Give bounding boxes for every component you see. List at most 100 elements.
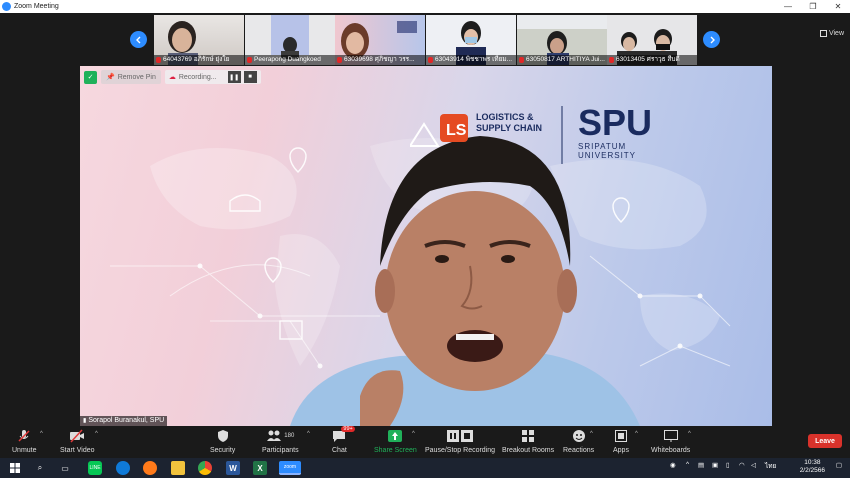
- smiley-icon: [572, 429, 586, 443]
- unmute-button[interactable]: Unmute: [12, 429, 37, 454]
- video-options-caret[interactable]: ^: [95, 431, 98, 437]
- whiteboard-icon: [663, 429, 678, 443]
- participant-tile[interactable]: 63013405 ศราวุธ สืบดี: [607, 15, 697, 65]
- remove-pin-button[interactable]: 📌 Remove Pin: [101, 70, 161, 84]
- breakout-rooms-icon: [522, 429, 535, 443]
- gallery-prev-button[interactable]: [130, 31, 147, 48]
- shield-icon: [217, 429, 229, 443]
- pause-recording-button[interactable]: ❚❚: [227, 71, 241, 83]
- participant-name: 63050817 ARTHITIYA Jui...: [517, 55, 607, 65]
- chat-badge: 99+: [341, 426, 355, 432]
- leave-button[interactable]: Leave: [808, 434, 842, 448]
- brand-right-line2: UNIVERSITY: [578, 151, 637, 160]
- tray-app-icon[interactable]: ▣: [712, 461, 718, 469]
- notifications-icon[interactable]: ▢: [836, 461, 842, 469]
- window-title: Zoom Meeting: [14, 3, 59, 10]
- view-label: View: [828, 30, 844, 37]
- reactions-options-caret[interactable]: ^: [590, 431, 593, 437]
- recording-indicator: ☁ Recording... ❚❚ ■: [164, 70, 261, 84]
- participants-icon: 180: [266, 429, 294, 443]
- stop-recording-button[interactable]: ■: [243, 71, 257, 83]
- svg-text:LS: LS: [446, 122, 467, 139]
- gallery-next-button[interactable]: [703, 31, 720, 48]
- mic-muted-icon: [428, 57, 433, 63]
- wifi-icon[interactable]: ◠: [739, 461, 745, 469]
- firefox-icon[interactable]: [143, 461, 157, 475]
- windows-start-icon[interactable]: [8, 461, 22, 475]
- system-clock[interactable]: 10:38 2/2/2566: [800, 459, 825, 475]
- close-button[interactable]: ✕: [826, 0, 850, 13]
- participants-button[interactable]: 180 Participants: [262, 429, 299, 454]
- participants-options-caret[interactable]: ^: [307, 431, 310, 437]
- line-app-icon[interactable]: LINE: [88, 461, 102, 475]
- participant-tile[interactable]: 63039698 ศุภิชญา วรร...: [335, 15, 425, 65]
- chat-button[interactable]: 99+ Chat: [332, 426, 355, 454]
- battery-icon[interactable]: ▯: [726, 461, 730, 469]
- speaker-name-badge: ▮ Sorapol Buranakul, SPU: [80, 416, 168, 426]
- network-icon[interactable]: ▤: [698, 461, 704, 469]
- mic-muted-icon: [17, 429, 31, 443]
- pin-icon: 📌: [106, 74, 115, 81]
- apps-icon: [614, 429, 627, 443]
- gallery-strip: 64043769 อภิรักษ์ ยุ่งใย Peerapong Duang…: [0, 13, 850, 65]
- view-button[interactable]: View: [819, 30, 844, 37]
- participant-name: 63013405 ศราวุธ สืบดี: [607, 55, 697, 65]
- meeting-toolbar: Unmute ^ Start Video ^ Security 180 Part…: [0, 426, 850, 458]
- search-icon[interactable]: ⌕: [33, 461, 47, 475]
- zoom-taskbar-icon[interactable]: zoom: [279, 461, 301, 475]
- participant-name: 63043914 พิชชาพร เทียม...: [426, 55, 516, 65]
- video-overlay-controls: ✓ 📌 Remove Pin ☁ Recording... ❚❚ ■: [84, 70, 261, 84]
- security-button[interactable]: Security: [210, 429, 235, 454]
- participant-tile[interactable]: 63043914 พิชชาพร เทียม...: [426, 15, 516, 65]
- excel-icon[interactable]: X: [253, 461, 267, 475]
- brand-left-line1: LOGISTICS &: [476, 112, 534, 122]
- participant-name: 63039698 ศุภิชญา วรร...: [335, 55, 425, 65]
- speaker-icon[interactable]: ◁: [751, 461, 756, 469]
- minimize-button[interactable]: —: [776, 0, 800, 13]
- word-icon[interactable]: W: [226, 461, 240, 475]
- brand-logo: LS LOGISTICS & SUPPLY CHAIN SPU SRIPATUM…: [408, 104, 710, 181]
- whiteboards-options-caret[interactable]: ^: [688, 431, 691, 437]
- chevron-left-icon: [135, 36, 140, 43]
- brand-left-line2: SUPPLY CHAIN: [476, 123, 543, 133]
- video-off-icon: [69, 429, 85, 443]
- zoom-window: Zoom Meeting — ❐ ✕ 64043769 อภิรักษ์ ยุ่…: [0, 0, 850, 478]
- mic-muted-icon: [156, 57, 161, 63]
- language-indicator[interactable]: ไทย: [765, 461, 776, 471]
- zoom-logo-icon: [2, 2, 11, 11]
- apps-button[interactable]: Apps: [613, 429, 629, 454]
- participant-tile[interactable]: 64043769 อภิรักษ์ ยุ่งใย: [154, 15, 244, 65]
- maximize-button[interactable]: ❐: [801, 0, 825, 13]
- apps-options-caret[interactable]: ^: [635, 431, 638, 437]
- participant-name: Peerapong Duangkoed: [245, 55, 335, 65]
- participant-tile[interactable]: Peerapong Duangkoed: [245, 15, 335, 65]
- show-hidden-icons-caret[interactable]: ^: [686, 461, 689, 468]
- zoom-tray-icon[interactable]: ◉: [670, 461, 676, 469]
- title-bar: Zoom Meeting — ❐ ✕: [0, 0, 850, 13]
- active-speaker-video[interactable]: ✓ 📌 Remove Pin ☁ Recording... ❚❚ ■ LS LO…: [80, 66, 772, 426]
- task-view-icon[interactable]: ▭: [58, 461, 72, 475]
- grid-icon: [819, 30, 827, 37]
- pause-stop-recording-button[interactable]: Pause/Stop Recording: [425, 429, 495, 454]
- windows-taskbar: ⌕ ▭ LINE W X zoom ◉ ^ ▤ ▣ ▯ ◠ ◁ ไทย 10:3…: [0, 458, 850, 478]
- signal-icon: ▮: [83, 418, 87, 424]
- chrome-icon[interactable]: [198, 461, 212, 475]
- mic-muted-icon: [609, 57, 614, 63]
- share-options-caret[interactable]: ^: [412, 431, 415, 437]
- start-video-button[interactable]: Start Video: [60, 429, 95, 454]
- brand-right-line1: SRIPATUM: [578, 142, 627, 151]
- participant-name: 64043769 อภิรักษ์ ยุ่งใย: [154, 55, 244, 65]
- cloud-recording-icon: ☁: [168, 74, 176, 81]
- breakout-rooms-button[interactable]: Breakout Rooms: [502, 429, 554, 454]
- participant-tile[interactable]: 63050817 ARTHITIYA Jui...: [517, 15, 607, 65]
- chevron-right-icon: [710, 36, 715, 43]
- logistics-logo-graphic: LS: [408, 106, 563, 164]
- share-screen-icon: [388, 429, 403, 443]
- file-explorer-icon[interactable]: [171, 461, 185, 475]
- share-screen-button[interactable]: Share Screen: [374, 429, 417, 454]
- chat-icon: 99+: [332, 426, 355, 443]
- audio-options-caret[interactable]: ^: [40, 431, 43, 437]
- whiteboards-button[interactable]: Whiteboards: [651, 429, 690, 454]
- edge-browser-icon[interactable]: [116, 461, 130, 475]
- mic-muted-icon: [519, 57, 524, 63]
